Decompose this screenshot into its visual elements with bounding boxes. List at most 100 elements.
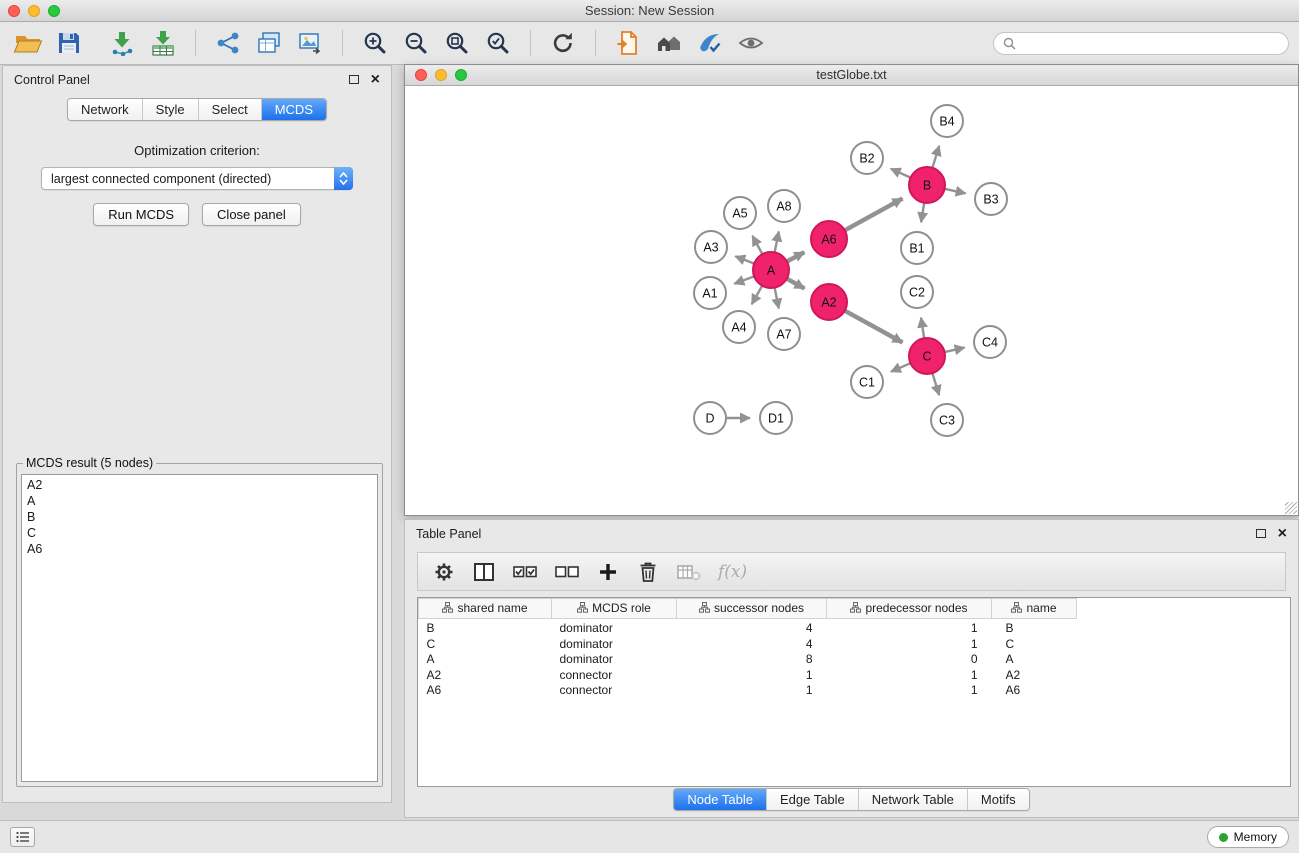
- graph-edge-C-C2[interactable]: [921, 318, 924, 339]
- table-cell[interactable]: 1: [827, 637, 992, 653]
- task-history-button[interactable]: [10, 827, 35, 847]
- graph-edge-A2-C[interactable]: [845, 311, 903, 343]
- close-table-panel-icon[interactable]: ×: [1278, 529, 1287, 539]
- table-cell[interactable]: 8: [677, 652, 827, 668]
- table-cell[interactable]: dominator: [552, 637, 677, 653]
- graph-edge-B-B1[interactable]: [921, 203, 924, 223]
- close-panel-button[interactable]: Close panel: [202, 203, 301, 226]
- table-row[interactable]: A6connector11A6: [419, 683, 1077, 699]
- minimize-network-window-button[interactable]: [435, 69, 447, 81]
- table-cell[interactable]: connector: [552, 668, 677, 684]
- import-network-from-file-button[interactable]: [104, 25, 140, 61]
- table-cell[interactable]: C: [419, 637, 552, 653]
- tab-network[interactable]: Network: [68, 99, 143, 120]
- deselect-all-button[interactable]: [554, 557, 580, 587]
- tab-network-table[interactable]: Network Table: [859, 789, 968, 810]
- table-cell[interactable]: A6: [419, 683, 552, 699]
- optimization-criterion-dropdown[interactable]: largest connected component (directed): [41, 167, 353, 190]
- network-canvas[interactable]: B4B2BB3A5A8A6B1A3AA1A2C2A4A7C4CC1C3DD1: [405, 86, 1298, 515]
- graph-edge-A-A7[interactable]: [775, 288, 779, 309]
- graph-edge-B-B3[interactable]: [945, 189, 966, 194]
- graph-edge-B-B2[interactable]: [891, 169, 911, 178]
- open-file-button[interactable]: [10, 25, 46, 61]
- zoom-out-button[interactable]: [398, 25, 434, 61]
- memory-button[interactable]: Memory: [1207, 826, 1289, 848]
- import-table-from-file-button[interactable]: [145, 25, 181, 61]
- close-panel-icon[interactable]: ×: [371, 75, 380, 85]
- table-cell[interactable]: A2: [419, 668, 552, 684]
- column-header-name[interactable]: name: [992, 599, 1077, 619]
- save-session-button[interactable]: [51, 25, 87, 61]
- network-graph[interactable]: B4B2BB3A5A8A6B1A3AA1A2C2A4A7C4CC1C3DD1: [405, 86, 1298, 515]
- table-cell[interactable]: dominator: [552, 619, 677, 637]
- tab-motifs[interactable]: Motifs: [968, 789, 1029, 810]
- table-cell[interactable]: connector: [552, 683, 677, 699]
- table-row[interactable]: Cdominator41C: [419, 637, 1077, 653]
- result-item[interactable]: B: [27, 509, 372, 525]
- column-header-successor-nodes[interactable]: successor nodes: [677, 599, 827, 619]
- column-header-shared-name[interactable]: shared name: [419, 599, 552, 619]
- resize-grip-icon[interactable]: [1285, 502, 1297, 514]
- float-table-panel-icon[interactable]: [1256, 529, 1266, 538]
- table-cell[interactable]: 1: [827, 683, 992, 699]
- table-row[interactable]: Adominator80A: [419, 652, 1077, 668]
- close-window-button[interactable]: [8, 5, 20, 17]
- tab-style[interactable]: Style: [143, 99, 199, 120]
- graph-edge-A-A1[interactable]: [734, 276, 754, 283]
- result-item[interactable]: A: [27, 493, 372, 509]
- minimize-window-button[interactable]: [28, 5, 40, 17]
- table-settings-button[interactable]: [432, 557, 456, 587]
- tab-edge-table[interactable]: Edge Table: [767, 789, 859, 810]
- function-builder-button[interactable]: f(x): [718, 557, 747, 587]
- table-cell[interactable]: 4: [677, 619, 827, 637]
- zoom-window-button[interactable]: [48, 5, 60, 17]
- table-cell[interactable]: A6: [992, 683, 1077, 699]
- delete-table-button[interactable]: [676, 557, 702, 587]
- table-cell[interactable]: B: [992, 619, 1077, 637]
- graph-edge-A-A2[interactable]: [787, 279, 805, 289]
- graph-edge-C-C1[interactable]: [891, 363, 911, 372]
- result-item[interactable]: C: [27, 525, 372, 541]
- table-row[interactable]: A2connector11A2: [419, 668, 1077, 684]
- table-cell[interactable]: 0: [827, 652, 992, 668]
- table-cell[interactable]: 4: [677, 637, 827, 653]
- table-cell[interactable]: 1: [677, 683, 827, 699]
- clone-network-button[interactable]: [251, 25, 287, 61]
- home-button[interactable]: [651, 25, 687, 61]
- graph-edge-B-B4[interactable]: [932, 146, 939, 168]
- table-cell[interactable]: dominator: [552, 652, 677, 668]
- add-column-button[interactable]: [596, 557, 620, 587]
- table-row[interactable]: Bdominator41B: [419, 619, 1077, 637]
- table-cell[interactable]: C: [992, 637, 1077, 653]
- graph-edge-C-C3[interactable]: [932, 373, 939, 395]
- new-network-button[interactable]: [210, 25, 246, 61]
- table-cell[interactable]: B: [419, 619, 552, 637]
- apply-style-button[interactable]: [692, 25, 728, 61]
- tab-node-table[interactable]: Node Table: [674, 789, 767, 810]
- graph-edge-A-A5[interactable]: [752, 236, 762, 254]
- zoom-fit-button[interactable]: [439, 25, 475, 61]
- tab-select[interactable]: Select: [199, 99, 262, 120]
- table-cell[interactable]: A: [992, 652, 1077, 668]
- zoom-selected-button[interactable]: [480, 25, 516, 61]
- table-cell[interactable]: A: [419, 652, 552, 668]
- zoom-in-button[interactable]: [357, 25, 393, 61]
- float-panel-icon[interactable]: [349, 75, 359, 84]
- graph-edge-A6-B[interactable]: [845, 199, 903, 231]
- delete-column-button[interactable]: [636, 557, 660, 587]
- export-image-button[interactable]: [292, 25, 328, 61]
- graph-edge-C-C4[interactable]: [945, 348, 965, 353]
- session-file-button[interactable]: [610, 25, 646, 61]
- refresh-button[interactable]: [545, 25, 581, 61]
- run-mcds-button[interactable]: Run MCDS: [93, 203, 189, 226]
- show-hide-button[interactable]: [733, 25, 769, 61]
- table-cell[interactable]: 1: [827, 619, 992, 637]
- network-window-titlebar[interactable]: testGlobe.txt: [405, 65, 1298, 86]
- result-item[interactable]: A6: [27, 541, 372, 557]
- table-cell[interactable]: 1: [677, 668, 827, 684]
- graph-edge-A-A4[interactable]: [752, 286, 763, 305]
- table-cell[interactable]: A2: [992, 668, 1077, 684]
- graph-edge-A-A8[interactable]: [775, 232, 779, 253]
- table-cell[interactable]: 1: [827, 668, 992, 684]
- tab-mcds[interactable]: MCDS: [262, 99, 326, 120]
